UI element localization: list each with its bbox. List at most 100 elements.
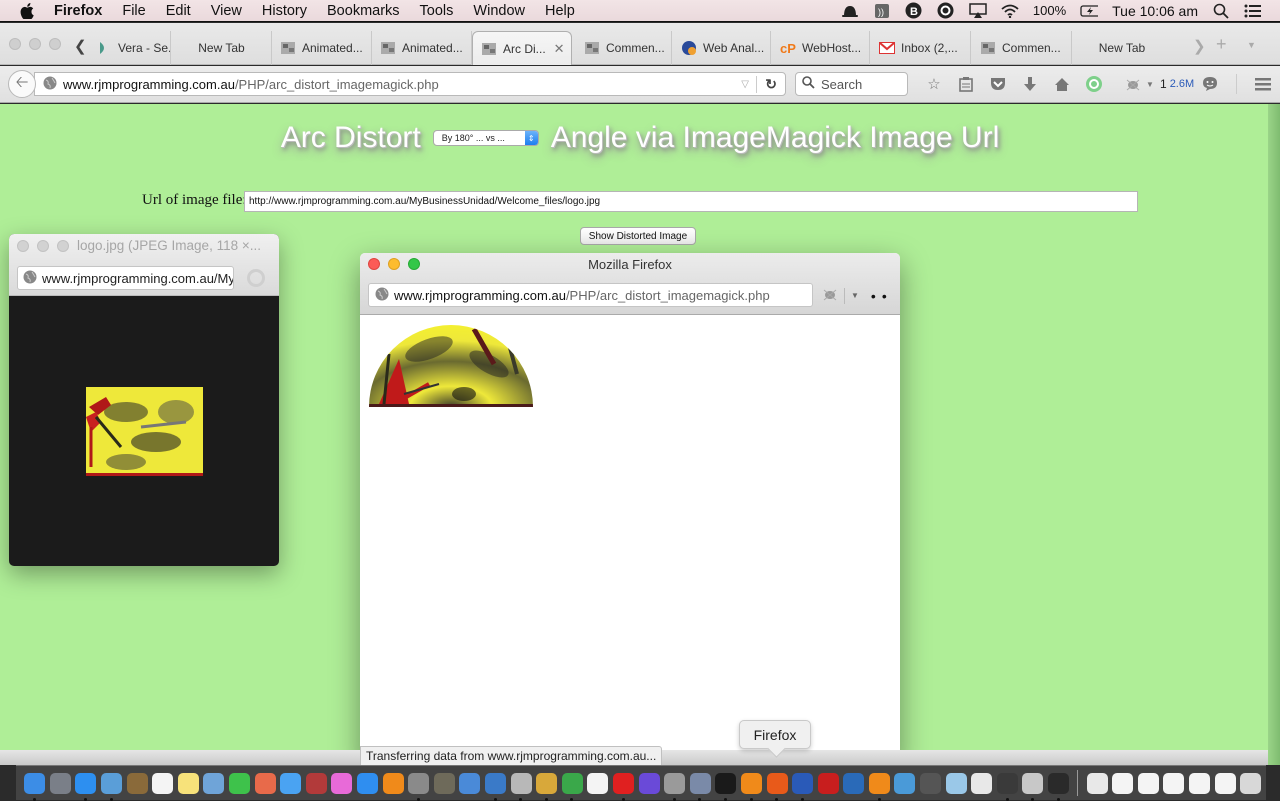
search-input[interactable]: Search (795, 72, 908, 96)
minimize-window-button[interactable] (29, 38, 41, 50)
dock-item-sketchbook[interactable] (534, 771, 560, 801)
dock-item-minimized-window-3[interactable] (1161, 771, 1187, 796)
tab-new-tab[interactable]: New Tab (172, 31, 272, 65)
url-bar[interactable]: www.rjmprogramming.com.au/PHP/arc_distor… (34, 72, 786, 96)
menu-app-firefox[interactable]: Firefox (54, 3, 102, 19)
dock-item-script-editor[interactable] (969, 771, 995, 796)
popup-url-bar[interactable]: www.rjmprogramming.com.au/PHP/arc_distor… (368, 283, 813, 307)
firebug-dropdown-icon[interactable]: ▼ (851, 291, 859, 300)
dock-item-opera[interactable] (611, 771, 637, 801)
reading-list-icon[interactable] (950, 74, 982, 94)
minimize-window-button[interactable] (37, 240, 49, 252)
bookmark-star-icon[interactable]: ☆ (918, 74, 950, 94)
dock-item-preview[interactable] (201, 771, 227, 796)
audio-hijack-icon[interactable]: )) (873, 3, 891, 19)
dock-item-photo-booth[interactable] (304, 771, 330, 796)
opera-icon[interactable] (937, 2, 955, 19)
dock-item-downloads-stack[interactable] (1084, 771, 1110, 796)
extension-badge-size[interactable]: 2.6M (1170, 78, 1194, 90)
close-window-button[interactable] (17, 240, 29, 252)
dock-item-minimized-window-5[interactable] (1212, 771, 1238, 796)
dock-item-facetime[interactable] (227, 771, 253, 796)
dock-item-avast[interactable] (739, 771, 765, 801)
menu-window[interactable]: Window (473, 3, 525, 19)
menu-edit[interactable]: Edit (166, 3, 191, 19)
menu-tools[interactable]: Tools (420, 3, 454, 19)
dock-item-minimized-window-2[interactable] (1136, 771, 1162, 796)
dock-item-disk-utility[interactable] (508, 771, 534, 801)
dock-item-notes[interactable] (176, 771, 202, 796)
dock-item-messages[interactable] (278, 771, 304, 796)
dock-item-minimized-window-4[interactable] (1187, 771, 1213, 796)
menubar-clock[interactable]: Tue 10:06 am (1112, 3, 1198, 19)
dock-item-firefox[interactable] (764, 771, 790, 801)
dock-item-gyroflow[interactable] (1046, 771, 1072, 801)
dock-item-image-capture[interactable] (687, 771, 713, 801)
tab-new-tab-2[interactable]: New Tab (1072, 31, 1172, 65)
home-icon[interactable] (1046, 74, 1078, 94)
dock-item-quicktime[interactable] (841, 771, 867, 796)
dock-item-virtualbox[interactable] (943, 771, 969, 796)
tab-comments-2[interactable]: Commen... (972, 31, 1072, 65)
dock-item-remote-desktop[interactable] (892, 771, 918, 796)
dock-item-terminal[interactable] (713, 771, 739, 801)
menu-view[interactable]: View (211, 3, 242, 19)
dock-item-automator[interactable] (662, 771, 688, 801)
tab-gmail-inbox[interactable]: Inbox (2,... (871, 31, 971, 65)
menu-history[interactable]: History (262, 3, 307, 19)
dock-item-bbedit[interactable] (790, 771, 816, 801)
dock-item-printer[interactable] (995, 771, 1021, 801)
url-history-dropdown-icon[interactable]: ▽ (741, 79, 749, 90)
airplay-icon[interactable] (969, 3, 987, 19)
dock-item-itunes[interactable] (329, 771, 355, 796)
close-tab-icon[interactable]: ✕ (554, 41, 565, 57)
dock-item-launchpad[interactable] (48, 771, 74, 796)
overflow-menu-icon[interactable]: •• (871, 288, 893, 304)
scroll-tabs-left-icon[interactable]: ❮ (74, 37, 87, 55)
alfred-hat-icon[interactable] (841, 3, 859, 19)
dock-item-system-preferences[interactable] (406, 771, 432, 801)
dock-item-vlc[interactable] (867, 771, 893, 801)
show-distorted-image-button[interactable]: Show Distorted Image (580, 227, 696, 245)
dock-item-app-store[interactable] (355, 771, 381, 796)
zoom-window-button[interactable] (57, 240, 69, 252)
dock-item-calendar[interactable] (150, 771, 176, 796)
image-url-input[interactable]: http://www.rjmprogramming.com.au/MyBusin… (244, 191, 1138, 212)
dock-item-textedit[interactable] (585, 771, 611, 796)
dock-item-finder[interactable] (22, 771, 48, 801)
tab-animated-2[interactable]: Animated... (372, 31, 472, 65)
back-button[interactable]: 🡠 (8, 70, 36, 98)
zoom-window-button[interactable] (49, 38, 61, 50)
dock-item-xcode[interactable] (457, 771, 483, 796)
pocket-icon[interactable] (982, 74, 1014, 94)
firebug-dropdown-icon[interactable]: ▼ (1144, 74, 1156, 94)
hamburger-menu-icon[interactable] (1247, 74, 1279, 94)
tab-arc-distort[interactable]: Arc Di... ✕ (472, 31, 572, 65)
dock-item-gimp[interactable] (432, 771, 458, 796)
wifi-icon[interactable] (1001, 3, 1019, 19)
dock-item-imovie[interactable] (636, 771, 662, 796)
bbedit-icon[interactable]: B (905, 2, 923, 19)
list-all-tabs-icon[interactable]: ▼ (1247, 40, 1256, 50)
dock-item-mail[interactable] (99, 771, 125, 801)
dock-item-chrome[interactable] (559, 771, 585, 801)
dock-item-ibooks[interactable] (380, 771, 406, 796)
battery-charging-icon[interactable] (1080, 3, 1099, 19)
menu-file[interactable]: File (122, 3, 145, 19)
dock-item-safari[interactable] (73, 771, 99, 801)
dock-item-minimized-window-1[interactable] (1110, 771, 1136, 796)
tab-web-analytics[interactable]: Web Anal... (673, 31, 771, 65)
dock-item-trash[interactable] (1238, 771, 1264, 796)
spotlight-icon[interactable] (1212, 3, 1230, 19)
pocket-icon[interactable] (247, 269, 265, 287)
tab-vera[interactable]: Vera - Se... (88, 31, 171, 65)
dock-item-filezilla[interactable] (815, 771, 841, 796)
new-tab-plus-icon[interactable]: + (1216, 34, 1227, 55)
downloads-icon[interactable] (1014, 74, 1046, 94)
dock-item-contacts[interactable] (124, 771, 150, 796)
reload-icon[interactable]: ↻ (765, 76, 777, 93)
tab-animated-1[interactable]: Animated... (272, 31, 372, 65)
close-window-button[interactable] (9, 38, 21, 50)
chat-smiley-icon[interactable] (1194, 74, 1226, 94)
notification-center-icon[interactable] (1244, 3, 1262, 19)
